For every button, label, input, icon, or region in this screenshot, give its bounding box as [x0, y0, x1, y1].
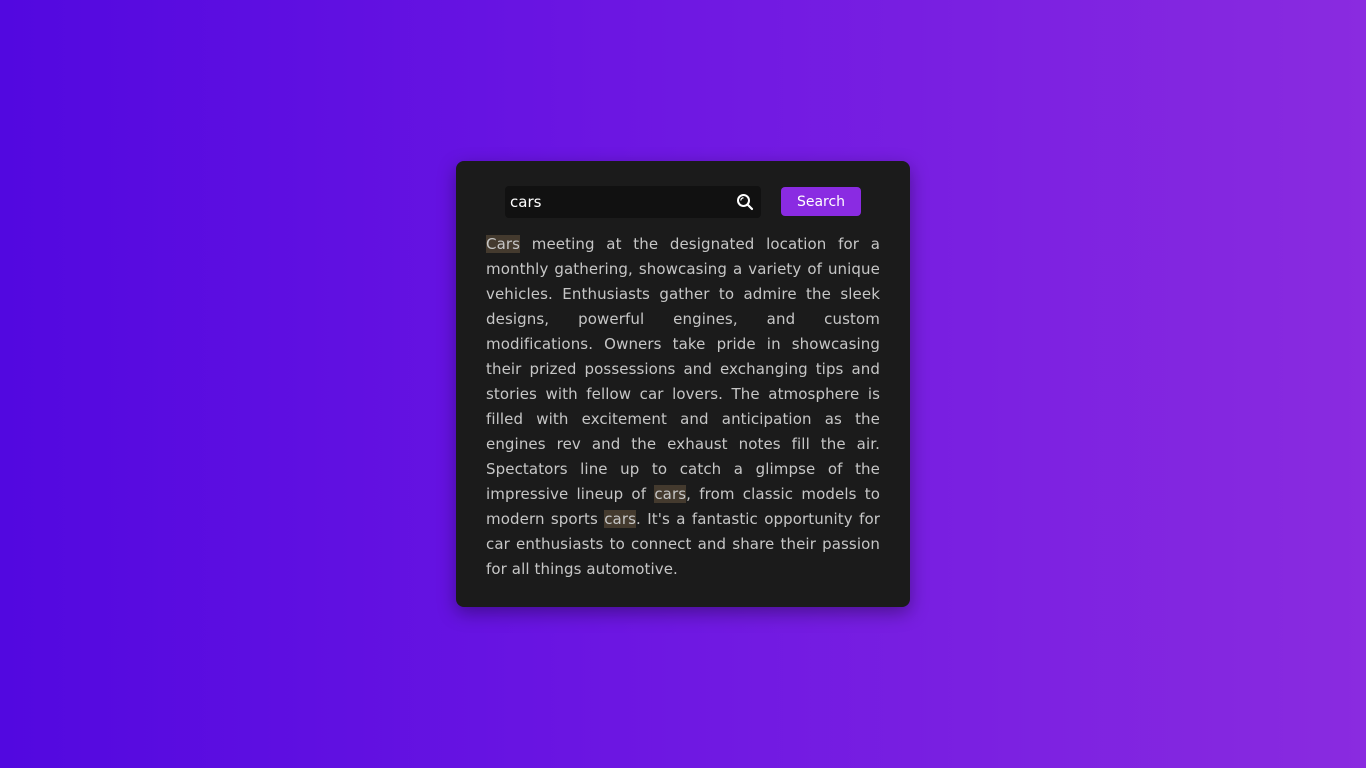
- search-field[interactable]: [505, 186, 761, 218]
- search-card: Search Cars meeting at the designated lo…: [456, 161, 910, 607]
- search-button[interactable]: Search: [781, 187, 861, 216]
- search-match-highlight: cars: [654, 485, 687, 503]
- search-input[interactable]: [505, 186, 731, 218]
- article-text-segment: meeting at the designated location for a…: [486, 235, 880, 503]
- search-match-highlight: Cars: [486, 235, 521, 253]
- article-text: Cars meeting at the designated location …: [486, 232, 880, 582]
- search-match-highlight: cars: [604, 510, 637, 528]
- search-icon[interactable]: [736, 193, 754, 211]
- search-bar: Search: [505, 186, 861, 218]
